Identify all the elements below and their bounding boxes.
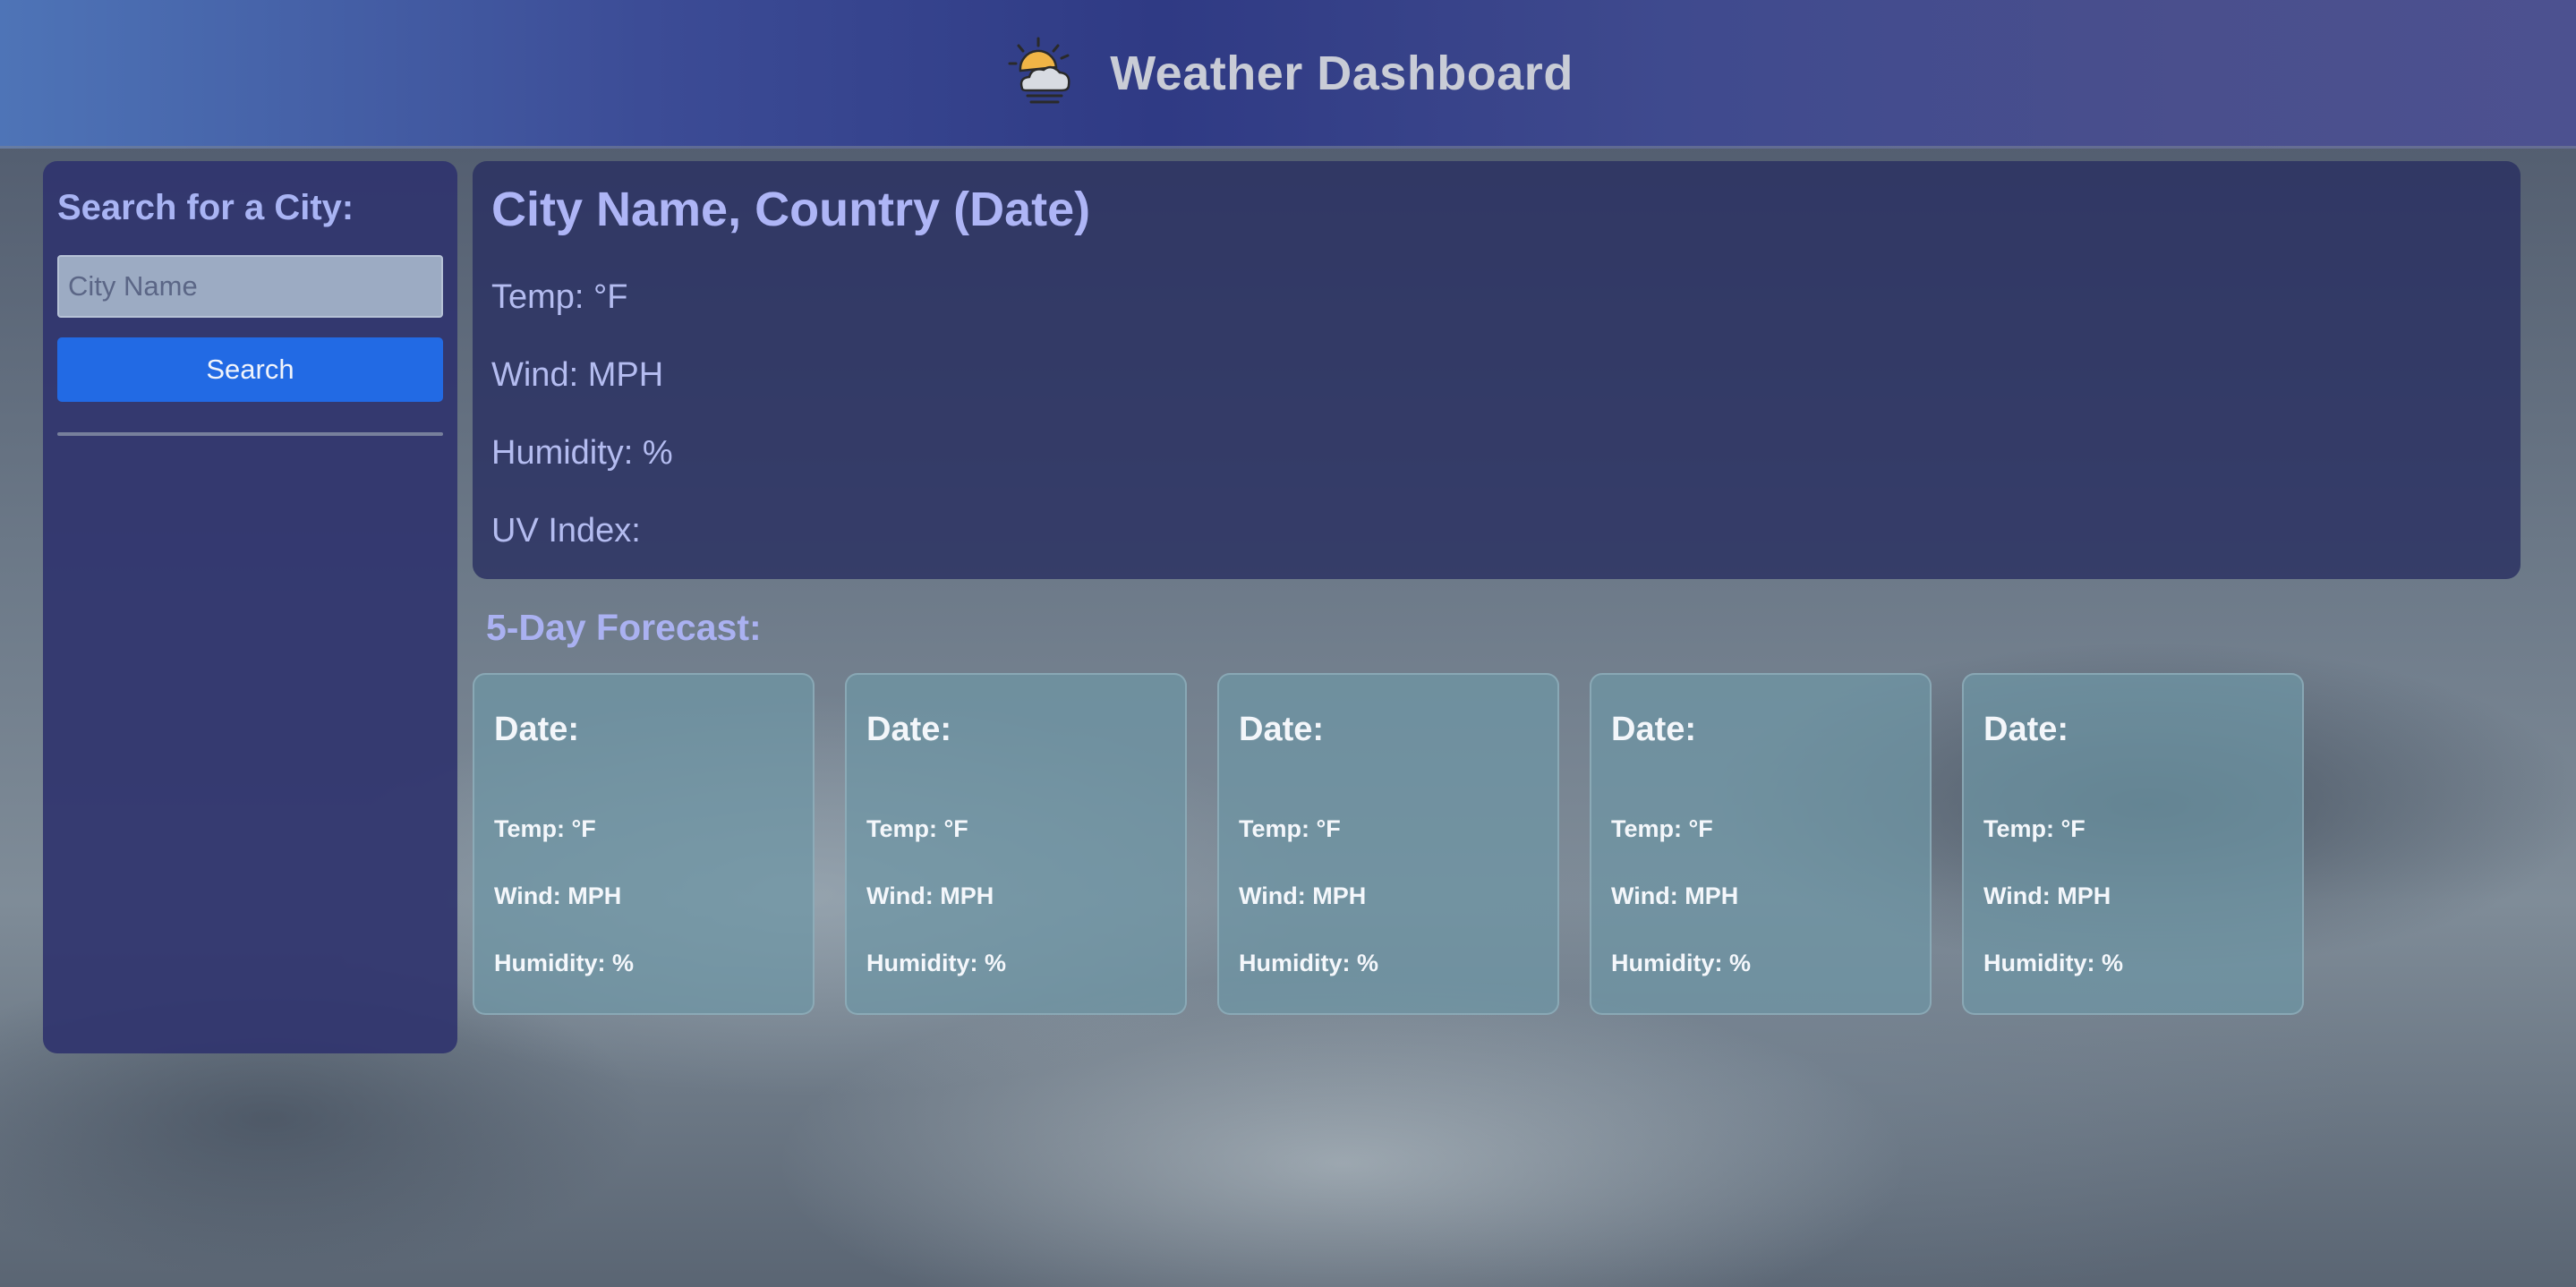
current-city-title: City Name, Country (Date) (491, 183, 1091, 236)
current-wind: Wind: MPH (491, 355, 664, 394)
forecast-wind: Wind: MPH (1611, 882, 1739, 909)
forecast-date: Date: (1239, 711, 1325, 748)
forecast-card: Date: Temp: °F Wind: MPH Humidity: % (473, 673, 815, 1015)
forecast-humidity: Humidity: % (494, 950, 635, 976)
app-header: Weather Dashboard (0, 0, 2576, 149)
page-title: Weather Dashboard (1110, 46, 1574, 100)
city-search-input[interactable] (57, 255, 443, 318)
sun-behind-cloud-icon (1008, 37, 1070, 103)
forecast-wind: Wind: MPH (1983, 882, 2111, 909)
forecast-date: Date: (1611, 711, 1697, 748)
forecast-temp: Temp: °F (866, 815, 968, 842)
forecast-heading: 5-Day Forecast: (486, 607, 762, 648)
current-temp: Temp: °F (491, 277, 628, 316)
forecast-humidity: Humidity: % (1611, 950, 1752, 976)
forecast-humidity: Humidity: % (1983, 950, 2124, 976)
forecast-temp: Temp: °F (1983, 815, 2086, 842)
forecast-wind: Wind: MPH (1239, 882, 1367, 909)
forecast-temp: Temp: °F (494, 815, 596, 842)
forecast-date: Date: (1983, 711, 2069, 748)
forecast-humidity: Humidity: % (1239, 950, 1379, 976)
forecast-wind: Wind: MPH (494, 882, 622, 909)
search-history-divider (57, 432, 443, 436)
search-button[interactable]: Search (57, 337, 443, 402)
forecast-card-row: Date: Temp: °F Wind: MPH Humidity: % Dat… (473, 673, 2304, 1015)
current-weather-panel: City Name, Country (Date) Temp: °F Wind:… (473, 161, 2521, 579)
forecast-humidity: Humidity: % (866, 950, 1007, 976)
forecast-date: Date: (866, 711, 952, 748)
forecast-wind: Wind: MPH (866, 882, 994, 909)
current-uv-index: UV Index: (491, 511, 641, 550)
forecast-temp: Temp: °F (1239, 815, 1341, 842)
forecast-card: Date: Temp: °F Wind: MPH Humidity: % (1217, 673, 1559, 1015)
search-sidebar: Search for a City: Search (43, 161, 457, 1053)
forecast-card: Date: Temp: °F Wind: MPH Humidity: % (1590, 673, 1932, 1015)
forecast-date: Date: (494, 711, 580, 748)
search-heading: Search for a City: (57, 188, 354, 227)
current-humidity: Humidity: % (491, 433, 673, 472)
header-title-group: Weather Dashboard (1002, 33, 1574, 114)
forecast-card: Date: Temp: °F Wind: MPH Humidity: % (845, 673, 1187, 1015)
forecast-card: Date: Temp: °F Wind: MPH Humidity: % (1962, 673, 2304, 1015)
forecast-temp: Temp: °F (1611, 815, 1713, 842)
